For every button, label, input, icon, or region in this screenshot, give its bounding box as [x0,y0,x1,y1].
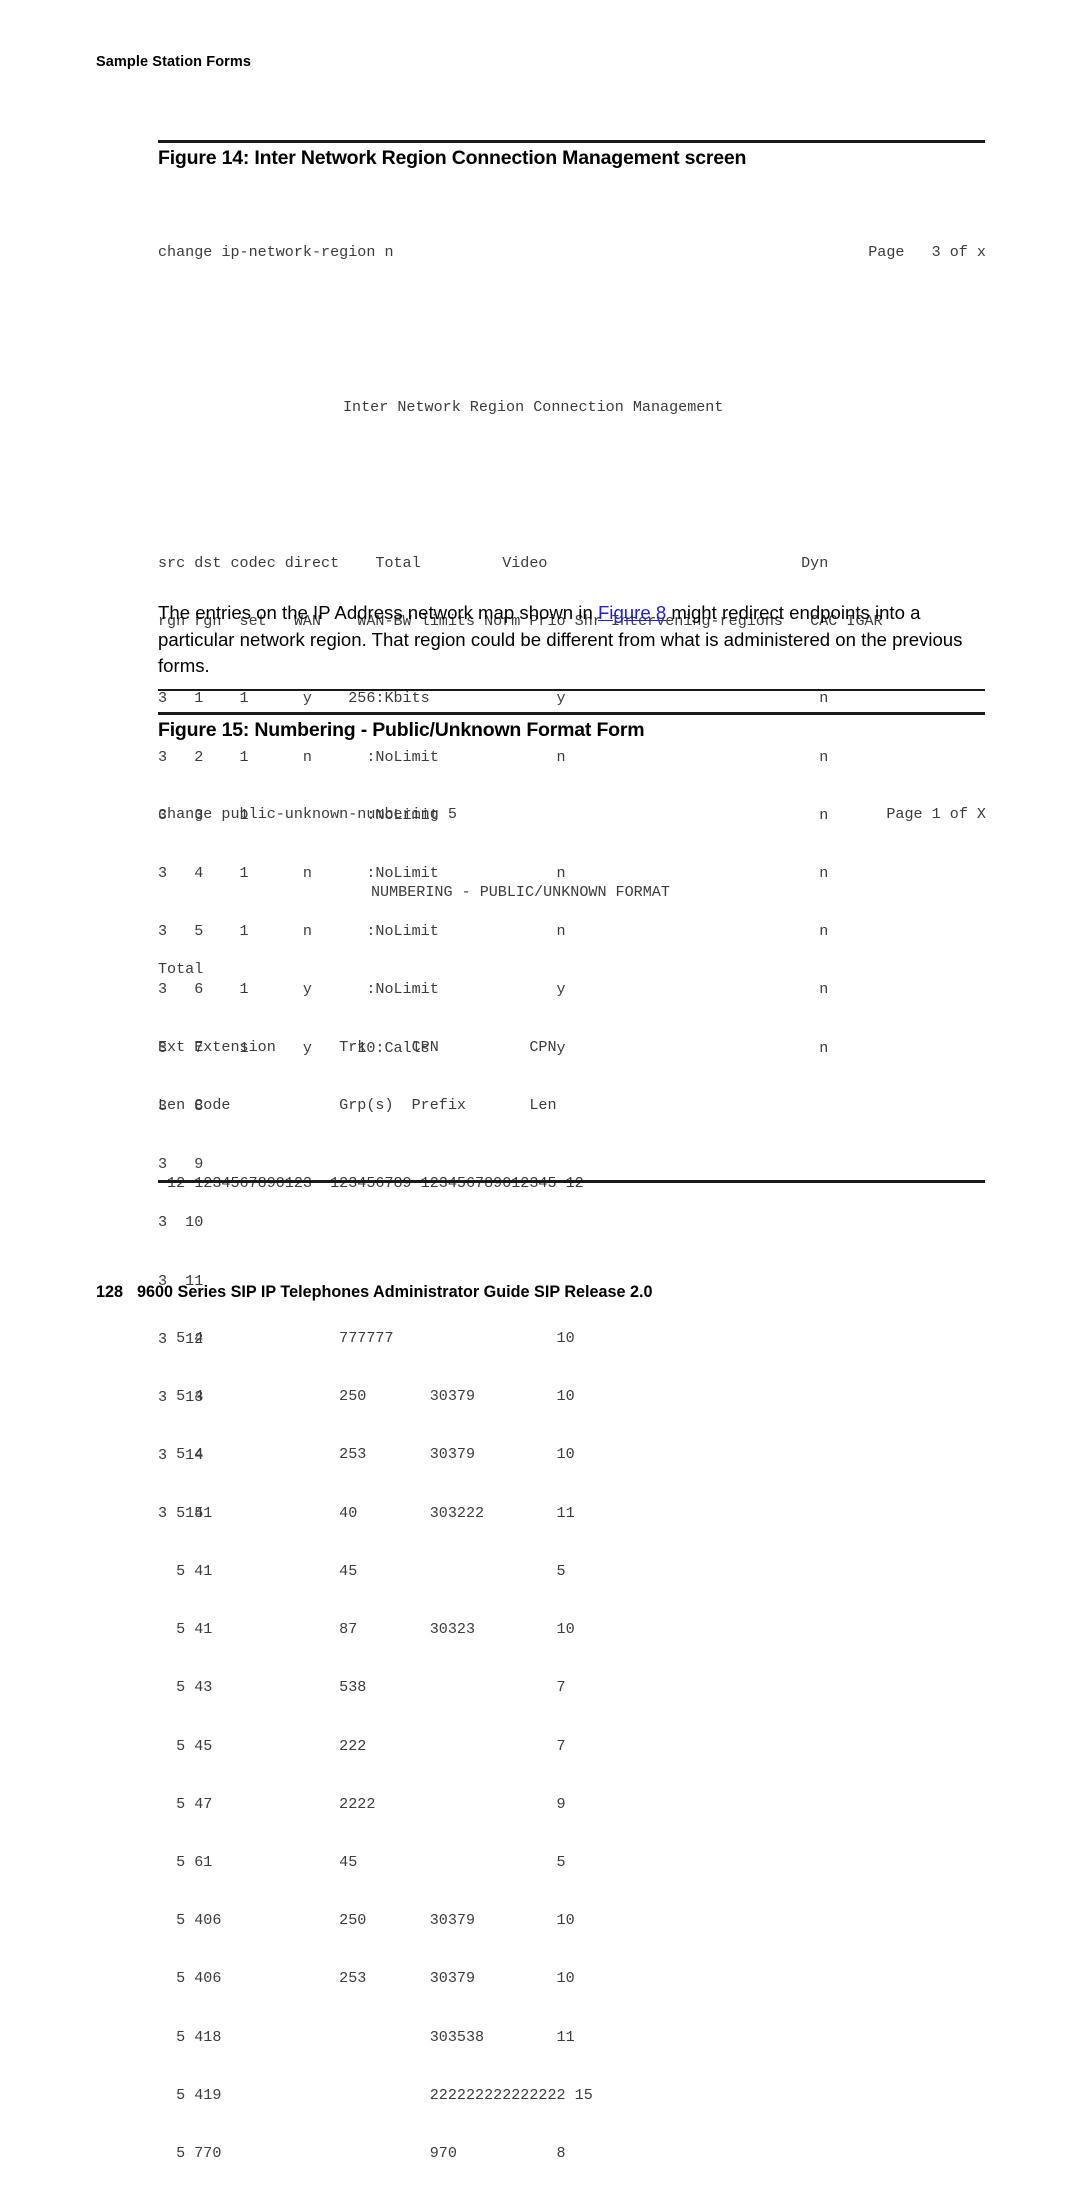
figure15-bottom-rule [158,1180,985,1183]
spacer-line [158,476,986,495]
body-paragraph: The entries on the IP Address network ma… [158,600,986,680]
spacer-line [158,321,986,340]
table-row: 5 4 253 30379 10 [158,1445,575,1464]
paragraph-text-before: The entries on the IP Address network ma… [158,602,598,623]
figure14-page-indicator: Page 3 of x [868,243,986,262]
table-row: 5 47 2222 9 [158,1794,566,1813]
table-row: 5 406 250 30379 10 [158,1911,575,1930]
page-footer: 128 9600 Series SIP IP Telephones Adminis… [96,1283,653,1302]
table-row: 5 41 45 5 [158,1561,566,1580]
figure14-header-row-1: src dst codec direct Total Video Dyn [158,553,829,572]
document-page: Sample Station Forms Figure 14: Inter Ne… [0,0,1080,2162]
figure15-ruler-row: 12 1234567890123 123456789 1234567890123… [158,1174,986,1193]
table-row: 5 418 303538 11 [158,2027,575,2046]
table-row: 5 41 40 303222 11 [158,1503,575,1522]
table-row: 5 406 253 30379 10 [158,1969,575,1988]
table-row: 5 45 222 7 [158,1736,566,1755]
figure15-page-indicator: Page 1 of X [886,805,986,824]
section-divider-rule [158,689,985,691]
table-row: 5 770 970 8 [158,2143,566,2162]
figure15-top-rule [158,712,985,715]
spacer-line [158,1251,986,1270]
figure15-terminal-screen: change public-unknown-numbering 5 Page 1 … [158,747,986,2202]
figure14-command-line: change ip-network-region n Page 3 of x [158,243,986,262]
table-row: 5 419 222222222222222 15 [158,2085,593,2104]
table-row: 5 43 538 7 [158,1678,566,1697]
figure15-command-line: change public-unknown-numbering 5 Page 1 … [158,805,986,824]
footer-page-number: 128 [96,1283,124,1301]
table-row: 5 41 87 30323 10 [158,1620,575,1639]
figure15-caption: Figure 15: Numbering - Public/Unknown Fo… [158,719,645,741]
figure15-header-row-1: Ext Extension Trk CPN CPN [158,1038,557,1057]
figure15-header-row-2: Len Code Grp(s) Prefix Len [158,1096,557,1115]
running-head: Sample Station Forms [96,54,252,70]
table-row: 5 61 45 5 [158,1852,566,1871]
figure14-screen-title: Inter Network Region Connection Manageme… [343,398,724,417]
figure14-top-rule [158,140,985,143]
footer-title: 9600 Series SIP IP Telephones Administra… [137,1283,653,1301]
table-row: 5 4 777777 10 [158,1329,575,1348]
figure14-command: change ip-network-region n [158,243,394,262]
figure15-screen-title: NUMBERING - PUBLIC/UNKNOWN FORMAT [371,882,670,901]
figure-8-crossreference-link[interactable]: Figure 8 [598,602,666,623]
figure15-total-label: Total [158,960,204,979]
figure14-caption: Figure 14: Inter Network Region Connecti… [158,147,747,169]
figure15-command: change public-unknown-numbering 5 [158,805,457,824]
table-row: 3 1 1 y 256:Kbits y n [158,689,829,708]
